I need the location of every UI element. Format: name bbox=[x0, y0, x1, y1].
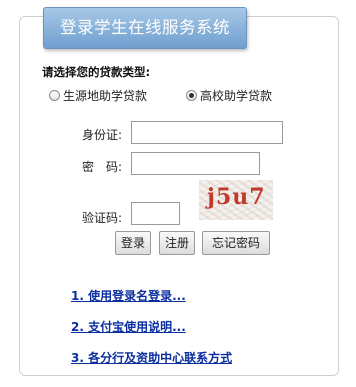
password-input[interactable] bbox=[131, 152, 260, 175]
id-label: 身份证: bbox=[82, 128, 123, 142]
radio-button-source-loan[interactable] bbox=[49, 90, 60, 101]
register-button[interactable]: 注册 bbox=[159, 231, 195, 255]
link-login-by-username[interactable]: 1. 使用登录名登录... bbox=[71, 287, 186, 304]
captcha-text: j5u7 bbox=[207, 184, 266, 210]
radio-label-campus-loan: 高校助学贷款 bbox=[200, 89, 273, 103]
captcha-label: 验证码: bbox=[82, 211, 123, 225]
link-alipay-guide[interactable]: 2. 支付宝使用说明... bbox=[71, 318, 186, 335]
loan-type-prompt: 请选择您的贷款类型: bbox=[42, 65, 151, 79]
password-label: 密 码: bbox=[82, 160, 123, 174]
forgot-password-button[interactable]: 忘记密码 bbox=[202, 231, 270, 255]
link-branch-contacts[interactable]: 3. 各分行及资助中心联系方式 bbox=[71, 349, 232, 366]
id-number-input[interactable] bbox=[131, 121, 283, 144]
page-title: 登录学生在线服务系统 bbox=[43, 7, 247, 49]
login-button[interactable]: 登录 bbox=[115, 231, 151, 255]
radio-button-campus-loan[interactable] bbox=[186, 90, 197, 101]
captcha-image[interactable]: j5u7 bbox=[199, 180, 273, 220]
radio-option-campus-loan[interactable]: 高校助学贷款 bbox=[186, 87, 272, 104]
radio-label-source-loan: 生源地助学贷款 bbox=[63, 89, 148, 103]
radio-option-source-loan[interactable]: 生源地助学贷款 bbox=[49, 87, 147, 104]
captcha-input[interactable] bbox=[131, 202, 180, 225]
